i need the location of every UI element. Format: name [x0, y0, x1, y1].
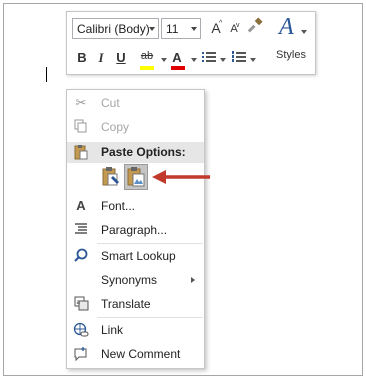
styles-button[interactable]: A	[275, 14, 309, 46]
format-painter-button[interactable]	[247, 17, 265, 37]
menu-item-new-comment[interactable]: New Comment	[67, 343, 204, 365]
annotation-arrow-icon	[152, 170, 210, 184]
chevron-down-icon	[149, 27, 155, 31]
paste-picture-icon	[127, 167, 145, 187]
bullets-icon[interactable]	[202, 50, 216, 64]
chevron-down-icon[interactable]	[220, 58, 226, 62]
menu-item-synonyms[interactable]: Synonyms	[67, 269, 204, 291]
scissors-icon: ✂	[75, 95, 87, 110]
font-color-swatch	[171, 66, 185, 70]
grow-font-button[interactable]: A ^	[208, 18, 224, 38]
numbering-icon[interactable]	[232, 50, 246, 64]
font-name-value: Calibri (Body)	[77, 22, 150, 36]
menu-item-label: Smart Lookup	[101, 249, 176, 263]
highlight-button[interactable]: ab	[137, 46, 157, 66]
menu-item-label: Cut	[101, 96, 120, 110]
mini-toolbar: Calibri (Body) 11 A ^ Av B I U ab A A Sty…	[66, 11, 316, 75]
underline-button[interactable]: U	[114, 48, 128, 68]
menu-item-label: Copy	[101, 120, 130, 134]
chevron-down-icon[interactable]	[250, 58, 256, 62]
menu-item-label: Link	[101, 323, 124, 337]
font-icon: A	[76, 198, 86, 213]
menu-item-label: Synonyms	[101, 273, 158, 287]
link-icon	[73, 322, 89, 338]
menu-item-copy[interactable]: Copy	[67, 116, 204, 138]
menu-item-link[interactable]: Link	[67, 319, 204, 341]
menu-item-smart-lookup[interactable]: Smart Lookup	[67, 245, 204, 267]
menu-item-label: New Comment	[101, 347, 181, 361]
paragraph-icon	[73, 222, 89, 238]
shrink-font-button[interactable]: Av	[227, 19, 241, 39]
italic-button[interactable]: I	[95, 48, 107, 68]
menu-item-label: Translate	[101, 297, 151, 311]
menu-item-font[interactable]: A Font...	[67, 195, 204, 217]
search-icon	[73, 248, 89, 264]
styles-label: Styles	[276, 49, 306, 61]
font-color-button[interactable]: A	[170, 48, 184, 68]
bold-button[interactable]: B	[75, 48, 89, 68]
format-painter-icon	[247, 17, 263, 33]
translate-icon: a	[73, 296, 89, 312]
menu-item-label: Font...	[101, 199, 136, 213]
highlight-color-swatch	[140, 66, 154, 70]
chevron-down-icon	[301, 30, 307, 34]
menu-separator	[97, 317, 203, 318]
chevron-down-icon[interactable]	[161, 58, 167, 62]
paste-options-header: Paste Options:	[67, 142, 204, 163]
paste-keep-formatting-icon	[102, 167, 119, 186]
chevron-right-icon	[191, 277, 195, 283]
text-cursor	[46, 67, 47, 82]
menu-item-translate[interactable]: a Translate	[67, 293, 204, 315]
context-menu: ✂ Cut Copy Paste Options: A Font... Para…	[66, 89, 205, 369]
menu-item-label: Paragraph...	[101, 223, 168, 237]
new-comment-icon	[73, 346, 89, 362]
font-name-dropdown[interactable]: Calibri (Body)	[72, 18, 159, 39]
copy-icon	[73, 119, 89, 135]
paste-picture-button[interactable]	[124, 164, 148, 190]
highlight-icon: ab	[140, 50, 154, 62]
styles-icon: A	[279, 14, 294, 40]
clipboard-icon	[73, 144, 89, 165]
menu-item-cut[interactable]: ✂ Cut	[67, 92, 204, 114]
paste-keep-formatting-button[interactable]	[99, 164, 123, 190]
chevron-down-icon[interactable]	[191, 58, 197, 62]
font-size-value: 11	[166, 22, 179, 36]
paste-options-label: Paste Options:	[101, 145, 186, 159]
menu-separator	[97, 243, 203, 244]
menu-item-paragraph[interactable]: Paragraph...	[67, 219, 204, 241]
chevron-down-icon	[191, 27, 197, 31]
font-size-dropdown[interactable]: 11	[161, 18, 201, 39]
